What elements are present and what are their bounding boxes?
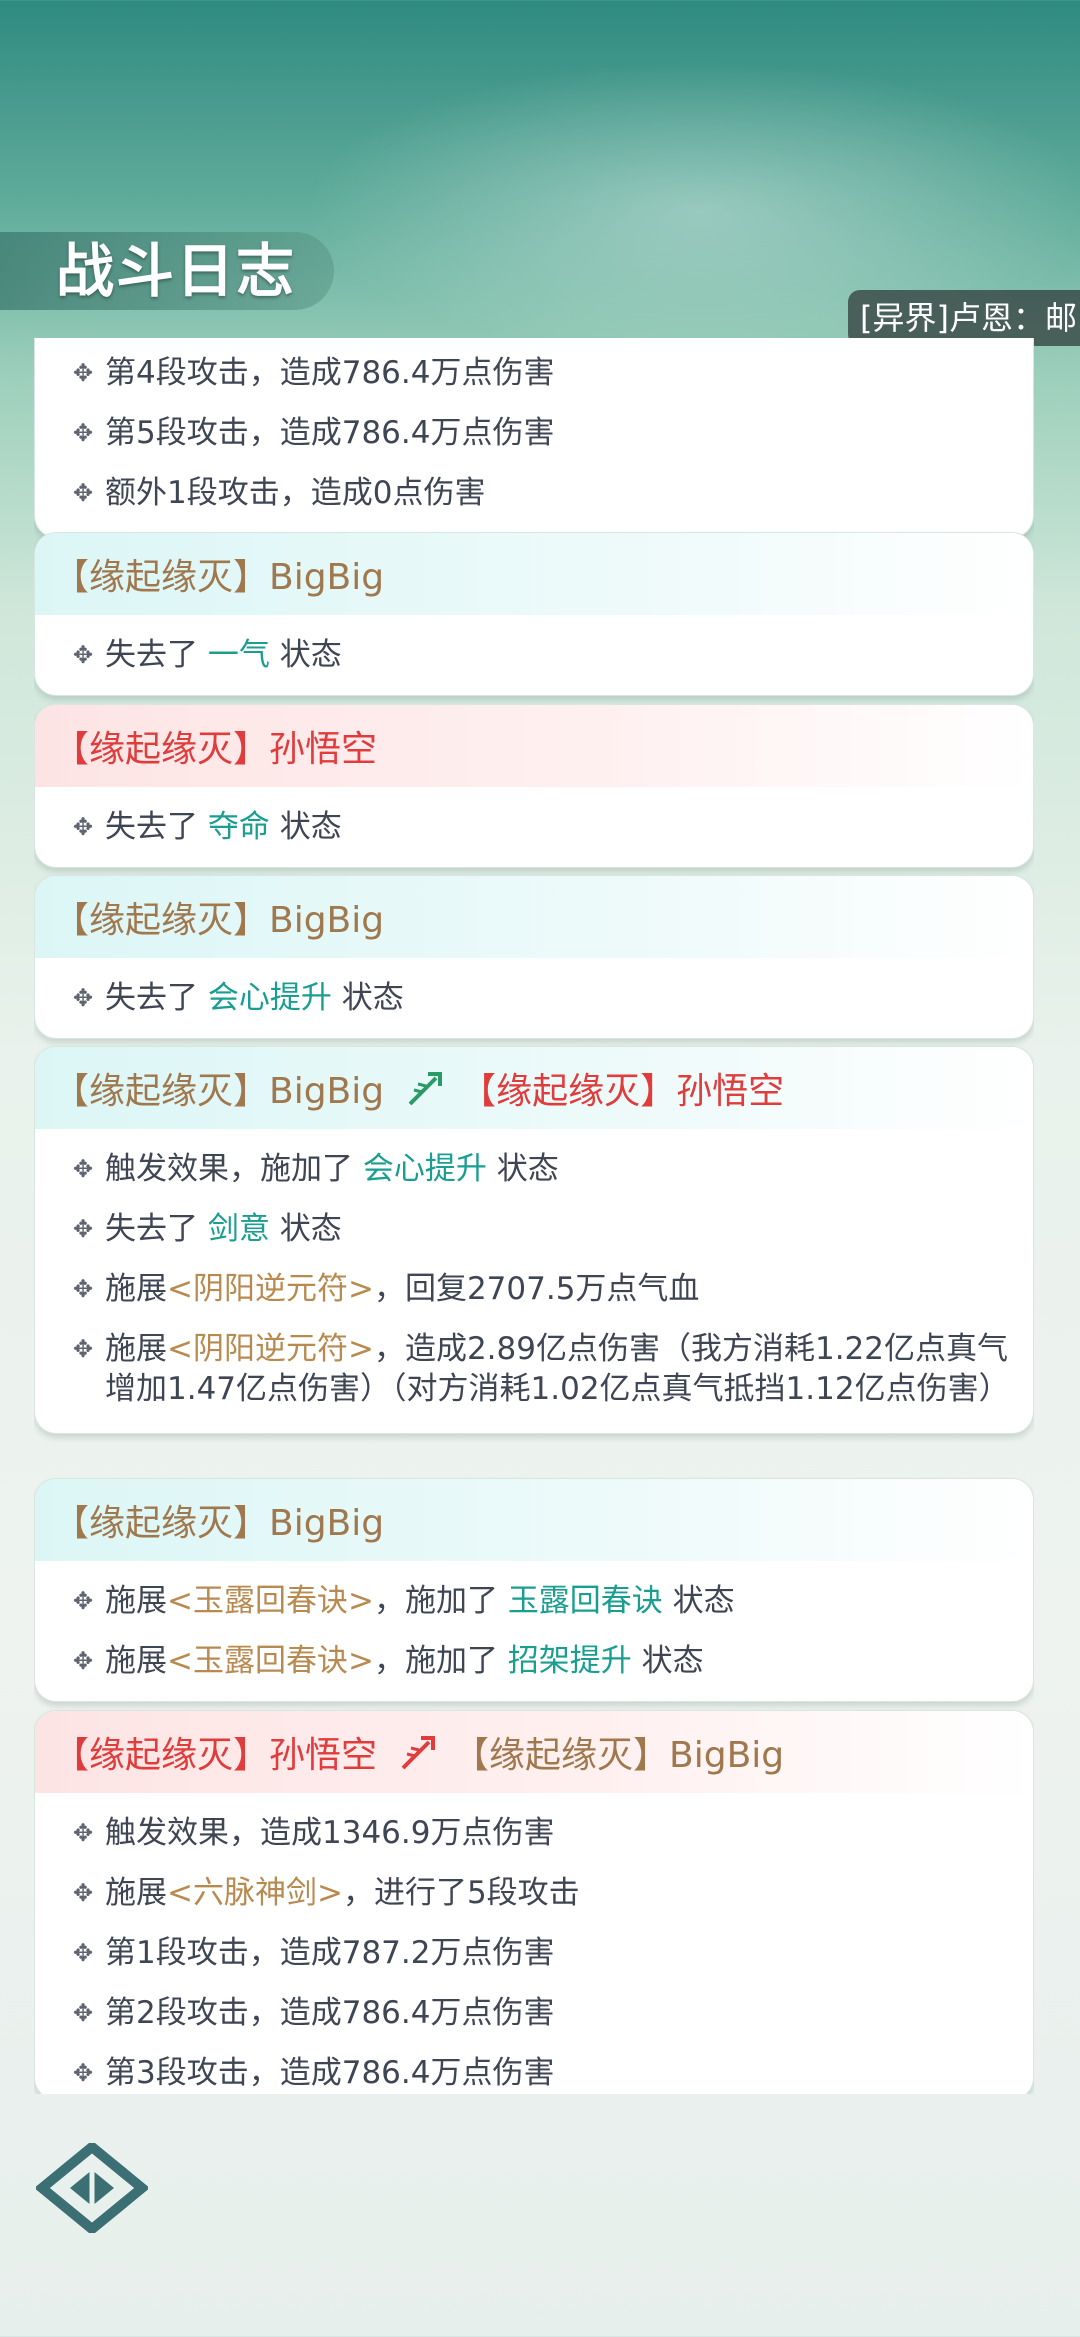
bullet-icon: ✥ bbox=[73, 1335, 94, 1363]
log-card-header: 【缘起缘灭】BigBig 【缘起缘灭】孙悟空 bbox=[35, 1047, 1033, 1129]
actor-name: 【缘起缘灭】孙悟空 bbox=[53, 1735, 378, 1776]
battle-log-scroll[interactable]: ✥ 第4段攻击，造成786.4万点伤害 ✥ 第5段攻击，造成786.4万点伤害 … bbox=[34, 338, 1034, 2094]
actor-name: 【缘起缘灭】BigBig bbox=[53, 1503, 385, 1544]
log-line: ✥ 第5段攻击，造成786.4万点伤害 bbox=[73, 415, 555, 451]
status-name: 会心提升 bbox=[362, 1151, 487, 1187]
status-name: 夺命 bbox=[207, 809, 270, 845]
log-card: 【缘起缘灭】BigBig ✥ 失去了 一气 状态 bbox=[34, 532, 1034, 696]
log-card-header: 【缘起缘灭】孙悟空 【缘起缘灭】BigBig bbox=[35, 1711, 1033, 1793]
log-line: ✥ 第1段攻击，造成787.2万点伤害 bbox=[73, 1935, 555, 1971]
bullet-icon: ✥ bbox=[73, 641, 94, 669]
log-line: ✥ 失去了 一气 状态 bbox=[73, 637, 342, 673]
log-card: 【缘起缘灭】BigBig ✥ 失去了 会心提升 状态 bbox=[34, 875, 1034, 1039]
skill-name: <玉露回春诀> bbox=[167, 1643, 374, 1679]
log-card-header: 【缘起缘灭】BigBig bbox=[35, 533, 1033, 615]
status-name: 玉露回春诀 bbox=[507, 1583, 663, 1619]
log-line: ✥ 失去了 剑意 状态 bbox=[73, 1211, 342, 1247]
bullet-icon: ✥ bbox=[73, 1879, 94, 1907]
log-card: 【缘起缘灭】BigBig 【缘起缘灭】孙悟空 ✥ 触发效果，施加了 会心提升 状… bbox=[34, 1046, 1034, 1434]
actor-name: 【缘起缘灭】BigBig bbox=[53, 900, 385, 941]
log-card-header: 【缘起缘灭】BigBig bbox=[35, 876, 1033, 958]
log-line: ✥ 施展<六脉神剑>，进行了5段攻击 bbox=[73, 1875, 580, 1911]
bullet-icon: ✥ bbox=[73, 1155, 94, 1183]
attack-arrow-icon bbox=[401, 1736, 436, 1770]
game-logo-icon[interactable] bbox=[36, 2143, 148, 2233]
status-name: 招架提升 bbox=[507, 1643, 632, 1679]
skill-name: <阴阳逆元符> bbox=[167, 1271, 374, 1307]
bullet-icon: ✥ bbox=[73, 1215, 94, 1243]
target-name: 【缘起缘灭】孙悟空 bbox=[460, 1071, 785, 1112]
skill-name: <阴阳逆元符> bbox=[167, 1331, 374, 1367]
log-line: ✥ 失去了 夺命 状态 bbox=[73, 809, 342, 845]
bullet-icon: ✥ bbox=[73, 359, 94, 387]
attack-arrow-icon bbox=[408, 1072, 443, 1106]
bullet-icon: ✥ bbox=[73, 1819, 94, 1847]
log-line: ✥ 触发效果，造成1346.9万点伤害 bbox=[73, 1815, 555, 1851]
log-card: 【缘起缘灭】孙悟空 【缘起缘灭】BigBig ✥ 触发效果，造成1346.9万点… bbox=[34, 1710, 1034, 2094]
log-line: ✥ 施展<玉露回春诀>，施加了 玉露回春诀 状态 bbox=[73, 1583, 735, 1619]
actor-name: 【缘起缘灭】孙悟空 bbox=[53, 729, 378, 770]
log-line: ✥ 第4段攻击，造成786.4万点伤害 bbox=[73, 355, 555, 391]
log-line: ✥ 第3段攻击，造成786.4万点伤害 bbox=[73, 2055, 555, 2091]
log-line: ✥ 第2段攻击，造成786.4万点伤害 bbox=[73, 1995, 555, 2031]
log-card-header: 【缘起缘灭】BigBig bbox=[35, 1479, 1033, 1561]
bullet-icon: ✥ bbox=[73, 2059, 94, 2087]
log-card: 【缘起缘灭】孙悟空 ✥ 失去了 夺命 状态 bbox=[34, 704, 1034, 868]
bullet-icon: ✥ bbox=[73, 1587, 94, 1615]
log-card: 【缘起缘灭】BigBig ✥ 施展<玉露回春诀>，施加了 玉露回春诀 状态 ✥ … bbox=[34, 1478, 1034, 1702]
status-name: 会心提升 bbox=[207, 980, 332, 1016]
bullet-icon: ✥ bbox=[73, 1939, 94, 1967]
log-line: ✥ 额外1段攻击，造成0点伤害 bbox=[73, 475, 486, 511]
page-title: 战斗日志 bbox=[56, 237, 297, 305]
bullet-icon: ✥ bbox=[73, 1647, 94, 1675]
log-line: ✥ 触发效果，施加了 会心提升 状态 bbox=[73, 1151, 559, 1187]
log-card-header: 【缘起缘灭】孙悟空 bbox=[35, 705, 1033, 787]
bullet-icon: ✥ bbox=[73, 479, 94, 507]
bullet-icon: ✥ bbox=[73, 1999, 94, 2027]
bullet-icon: ✥ bbox=[73, 984, 94, 1012]
bullet-icon: ✥ bbox=[73, 1275, 94, 1303]
bullet-icon: ✥ bbox=[73, 419, 94, 447]
skill-name: <六脉神剑> bbox=[167, 1875, 343, 1911]
bullet-icon: ✥ bbox=[73, 813, 94, 841]
log-line: ✥ 施展<阴阳逆元符>，回复2707.5万点气血 bbox=[73, 1271, 700, 1307]
target-name: 【缘起缘灭】BigBig bbox=[453, 1735, 785, 1776]
log-line: ✥ 失去了 会心提升 状态 bbox=[73, 980, 404, 1016]
log-line: ✥ 施展<阴阳逆元符>，造成2.89亿点伤害（我方消耗1.22亿点真气增加1.4… bbox=[73, 1331, 1010, 1407]
log-card: ✥ 第4段攻击，造成786.4万点伤害 ✥ 第5段攻击，造成786.4万点伤害 … bbox=[34, 338, 1034, 538]
actor-name: 【缘起缘灭】BigBig bbox=[53, 557, 385, 598]
status-name: 一气 bbox=[207, 637, 270, 673]
status-name: 剑意 bbox=[207, 1211, 270, 1247]
actor-name: 【缘起缘灭】BigBig bbox=[53, 1071, 385, 1112]
log-line: ✥ 施展<玉露回春诀>，施加了 招架提升 状态 bbox=[73, 1643, 704, 1679]
skill-name: <玉露回春诀> bbox=[167, 1583, 374, 1619]
